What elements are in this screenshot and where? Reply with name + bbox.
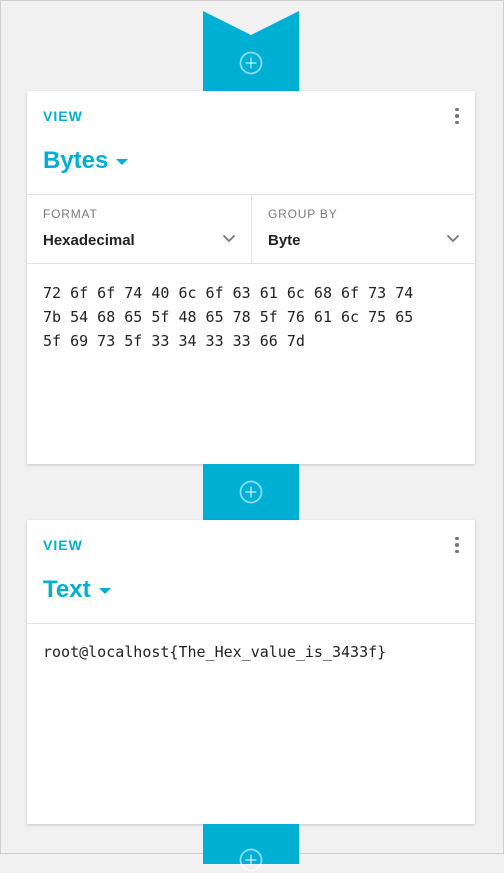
arrow-drop-down-icon	[98, 588, 111, 594]
hex-line: 72 6f 6f 74 40 6c 6f 63 61 6c 68 6f 73 7…	[43, 284, 414, 302]
arrow-drop-down-icon	[116, 159, 129, 165]
divider	[27, 263, 475, 264]
add-circle-icon	[239, 848, 263, 872]
more-options-button[interactable]	[449, 534, 465, 556]
more-vert-icon	[455, 107, 459, 112]
add-view-button-bottom[interactable]	[203, 824, 299, 872]
more-vert-icon	[455, 536, 459, 541]
text-output: root@localhost{The_Hex_value_is_3433f}	[43, 643, 387, 661]
group-by-select[interactable]: GROUP BY Byte	[252, 195, 475, 263]
view-type-label: Bytes	[43, 147, 109, 174]
group-by-value: Byte	[268, 232, 301, 249]
divider	[27, 623, 475, 624]
add-view-button-top[interactable]	[203, 11, 299, 91]
view-section-label: VIEW	[43, 108, 83, 124]
text-view-card: VIEW Text root@localhost{The_Hex_value_i…	[27, 520, 475, 824]
view-type-dropdown[interactable]: Bytes	[43, 147, 129, 175]
view-section-label: VIEW	[43, 537, 83, 553]
more-options-button[interactable]	[449, 105, 465, 127]
hex-line: 7b 54 68 65 5f 48 65 78 5f 76 61 6c 75 6…	[43, 308, 414, 326]
hex-output: 72 6f 6f 74 40 6c 6f 63 61 6c 68 6f 73 7…	[43, 281, 413, 353]
add-circle-icon	[239, 51, 263, 75]
add-circle-icon	[239, 480, 263, 504]
view-type-label: Text	[43, 576, 91, 603]
format-select[interactable]: FORMAT Hexadecimal	[27, 195, 252, 263]
chevron-down-icon	[446, 234, 460, 243]
add-view-button-middle[interactable]	[203, 464, 299, 520]
bytes-options-row: FORMAT Hexadecimal GROUP BY Byte	[27, 195, 475, 263]
group-by-label: GROUP BY	[268, 207, 338, 221]
chevron-down-icon	[222, 234, 236, 243]
view-type-dropdown[interactable]: Text	[43, 576, 111, 604]
format-label: FORMAT	[43, 207, 98, 221]
bytes-view-card: VIEW Bytes FORMAT Hexadecimal GROUP BY B…	[27, 91, 475, 464]
hex-line: 5f 69 73 5f 33 34 33 33 66 7d	[43, 332, 305, 350]
format-value: Hexadecimal	[43, 232, 135, 249]
